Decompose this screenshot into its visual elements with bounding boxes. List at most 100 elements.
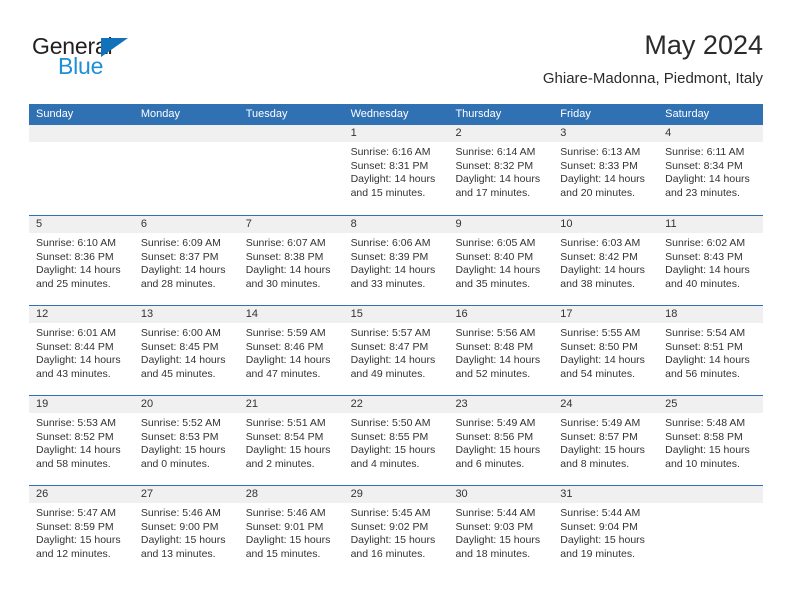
sunrise-text: Sunrise: 6:02 AM xyxy=(665,237,746,249)
day-details: Sunrise: 6:16 AM Sunset: 8:31 PM Daylight:… xyxy=(344,142,449,200)
daylight-text-cont: and 38 minutes. xyxy=(560,277,636,290)
sunrise-text: Sunrise: 5:49 AM xyxy=(560,417,641,429)
daylight-text-cont: and 12 minutes. xyxy=(36,547,111,560)
calendar-day-cell[interactable]: 20 Sunrise: 5:52 AM Sunset: 8:53 PM Dayligh… xyxy=(133,396,239,485)
calendar-week-row: 19 Sunrise: 5:53 AM Sunset: 8:52 PM Dayligh… xyxy=(29,395,764,485)
calendar-day-cell[interactable]: 23 Sunrise: 5:49 AM Sunset: 8:56 PM Dayligh… xyxy=(448,396,554,485)
daylight-text: Daylight: 15 hours xyxy=(350,444,436,457)
calendar-day-cell[interactable]: 12 Sunrise: 6:01 AM Sunset: 8:44 PM Dayligh… xyxy=(29,306,134,395)
calendar-day-cell[interactable]: 17 Sunrise: 5:55 AM Sunset: 8:50 PM Dayligh… xyxy=(553,306,659,395)
sunrise-text: Sunrise: 5:53 AM xyxy=(36,417,116,429)
day-number: 31 xyxy=(553,486,659,503)
day-details: Sunrise: 5:44 AM Sunset: 9:04 PM Daylight:… xyxy=(553,503,658,561)
sunrise-text: Sunrise: 6:07 AM xyxy=(245,237,326,249)
calendar-day-cell[interactable]: 9 Sunrise: 6:05 AM Sunset: 8:40 PM Daylight… xyxy=(448,216,554,305)
general-blue-logo[interactable]: General Blue xyxy=(32,34,232,78)
calendar-day-cell[interactable]: 16 Sunrise: 5:56 AM Sunset: 8:48 PM Dayligh… xyxy=(448,306,554,395)
day-details: Sunrise: 5:44 AM Sunset: 9:03 PM Daylight:… xyxy=(448,503,553,561)
daylight-text: Daylight: 14 hours xyxy=(560,173,645,186)
day-details: Sunrise: 5:45 AM Sunset: 9:02 PM Daylight:… xyxy=(344,503,449,561)
daylight-text: Daylight: 15 hours xyxy=(140,534,226,547)
calendar-day-cell[interactable]: 26 Sunrise: 5:47 AM Sunset: 8:59 PM Dayligh… xyxy=(29,486,134,575)
calendar-day-cell[interactable]: 7 Sunrise: 6:07 AM Sunset: 8:38 PM Daylight… xyxy=(238,216,344,305)
calendar-day-cell[interactable]: 29 Sunrise: 5:45 AM Sunset: 9:02 PM Dayligh… xyxy=(343,486,449,575)
calendar-day-cell[interactable]: 1 Sunrise: 6:16 AM Sunset: 8:31 PM Daylight… xyxy=(343,125,449,215)
day-number: 25 xyxy=(658,396,764,413)
calendar-day-cell[interactable]: 11 Sunrise: 6:02 AM Sunset: 8:43 PM Dayligh… xyxy=(658,216,764,305)
calendar-day-cell[interactable]: 30 Sunrise: 5:44 AM Sunset: 9:03 PM Dayligh… xyxy=(448,486,554,575)
daylight-text-cont: and 25 minutes. xyxy=(36,277,111,290)
calendar-week-row: 12 Sunrise: 6:01 AM Sunset: 8:44 PM Dayligh… xyxy=(29,305,764,395)
sunset-text: Sunset: 9:00 PM xyxy=(140,520,219,533)
day-details: Sunrise: 6:06 AM Sunset: 8:39 PM Daylight:… xyxy=(344,233,449,291)
sunrise-text: Sunrise: 5:51 AM xyxy=(245,417,326,429)
daylight-text-cont: and 15 minutes. xyxy=(350,186,426,199)
calendar-day-cell[interactable]: 21 Sunrise: 5:51 AM Sunset: 8:54 PM Dayligh… xyxy=(238,396,344,485)
sunset-text: Sunset: 8:56 PM xyxy=(455,430,534,443)
calendar-day-cell[interactable]: 13 Sunrise: 6:00 AM Sunset: 8:45 PM Dayligh… xyxy=(133,306,239,395)
daylight-text: Daylight: 14 hours xyxy=(36,354,121,367)
day-details xyxy=(658,503,763,507)
sunset-text: Sunset: 8:50 PM xyxy=(560,340,638,353)
calendar-day-cell[interactable]: 5 Sunrise: 6:10 AM Sunset: 8:36 PM Daylight… xyxy=(29,216,134,305)
sunrise-text: Sunrise: 6:10 AM xyxy=(36,237,116,249)
daylight-text-cont: and 58 minutes. xyxy=(36,457,111,470)
sunset-text: Sunset: 8:42 PM xyxy=(560,250,638,263)
weekday-header-monday: Monday xyxy=(140,108,180,120)
day-details: Sunrise: 6:11 AM Sunset: 8:34 PM Daylight:… xyxy=(658,142,763,200)
daylight-text-cont: and 17 minutes. xyxy=(455,186,531,199)
daylight-text: Daylight: 15 hours xyxy=(245,534,331,547)
daylight-text: Daylight: 14 hours xyxy=(245,264,331,277)
calendar-day-cell[interactable]: 8 Sunrise: 6:06 AM Sunset: 8:39 PM Daylight… xyxy=(343,216,449,305)
weekday-header-friday: Friday xyxy=(560,108,591,120)
sunrise-text: Sunrise: 6:16 AM xyxy=(350,146,431,158)
daylight-text-cont: and 4 minutes. xyxy=(350,457,420,470)
day-details: Sunrise: 5:47 AM Sunset: 8:59 PM Daylight:… xyxy=(29,503,134,561)
daylight-text-cont: and 35 minutes. xyxy=(455,277,531,290)
day-details: Sunrise: 6:02 AM Sunset: 8:43 PM Daylight:… xyxy=(658,233,763,291)
sunrise-text: Sunrise: 6:05 AM xyxy=(455,237,536,249)
day-number: 26 xyxy=(29,486,134,503)
day-details: Sunrise: 6:00 AM Sunset: 8:45 PM Daylight:… xyxy=(134,323,239,381)
daylight-text: Daylight: 15 hours xyxy=(350,534,436,547)
day-details xyxy=(134,142,239,146)
calendar-day-cell[interactable]: 10 Sunrise: 6:03 AM Sunset: 8:42 PM Dayligh… xyxy=(553,216,659,305)
daylight-text: Daylight: 14 hours xyxy=(455,173,541,186)
daylight-text-cont: and 52 minutes. xyxy=(455,367,531,380)
calendar-day-cell[interactable]: 15 Sunrise: 5:57 AM Sunset: 8:47 PM Dayligh… xyxy=(343,306,449,395)
sunset-text: Sunset: 8:48 PM xyxy=(455,340,534,353)
sunrise-text: Sunrise: 6:09 AM xyxy=(140,237,221,249)
page-header: General Blue May 2024 Ghiare-Madonna, Pi… xyxy=(29,28,763,98)
calendar-day-cell[interactable]: 4 Sunrise: 6:11 AM Sunset: 8:34 PM Daylight… xyxy=(658,125,764,215)
calendar-day-cell-empty xyxy=(658,486,764,575)
day-number: 11 xyxy=(658,216,764,233)
daylight-text-cont: and 6 minutes. xyxy=(455,457,525,470)
calendar-day-cell[interactable]: 31 Sunrise: 5:44 AM Sunset: 9:04 PM Dayligh… xyxy=(553,486,659,575)
calendar-day-cell[interactable]: 2 Sunrise: 6:14 AM Sunset: 8:32 PM Daylight… xyxy=(448,125,554,215)
day-details xyxy=(29,142,134,146)
day-number: 10 xyxy=(553,216,659,233)
day-details: Sunrise: 5:50 AM Sunset: 8:55 PM Daylight:… xyxy=(344,413,449,471)
day-details: Sunrise: 5:49 AM Sunset: 8:56 PM Daylight:… xyxy=(448,413,553,471)
calendar-day-cell[interactable]: 6 Sunrise: 6:09 AM Sunset: 8:37 PM Daylight… xyxy=(133,216,239,305)
calendar-day-cell[interactable]: 27 Sunrise: 5:46 AM Sunset: 9:00 PM Dayligh… xyxy=(133,486,239,575)
daylight-text: Daylight: 14 hours xyxy=(350,173,436,186)
calendar-day-cell[interactable]: 22 Sunrise: 5:50 AM Sunset: 8:55 PM Dayligh… xyxy=(343,396,449,485)
daylight-text: Daylight: 14 hours xyxy=(455,264,541,277)
day-number xyxy=(238,125,344,142)
calendar-day-cell[interactable]: 14 Sunrise: 5:59 AM Sunset: 8:46 PM Dayligh… xyxy=(238,306,344,395)
calendar-day-cell[interactable]: 25 Sunrise: 5:48 AM Sunset: 8:58 PM Dayligh… xyxy=(658,396,764,485)
calendar-day-cell[interactable]: 19 Sunrise: 5:53 AM Sunset: 8:52 PM Dayligh… xyxy=(29,396,134,485)
calendar-day-cell-empty xyxy=(133,125,239,215)
sunrise-text: Sunrise: 5:48 AM xyxy=(665,417,746,429)
sunrise-text: Sunrise: 5:46 AM xyxy=(140,507,221,519)
calendar-day-cell[interactable]: 18 Sunrise: 5:54 AM Sunset: 8:51 PM Dayligh… xyxy=(658,306,764,395)
calendar-day-cell[interactable]: 24 Sunrise: 5:49 AM Sunset: 8:57 PM Dayligh… xyxy=(553,396,659,485)
calendar-day-cell[interactable]: 28 Sunrise: 5:46 AM Sunset: 9:01 PM Dayligh… xyxy=(238,486,344,575)
day-details: Sunrise: 5:55 AM Sunset: 8:50 PM Daylight:… xyxy=(553,323,658,381)
sunset-text: Sunset: 8:32 PM xyxy=(455,159,534,172)
day-number: 17 xyxy=(553,306,659,323)
sunrise-text: Sunrise: 5:54 AM xyxy=(665,327,746,339)
calendar-day-cell[interactable]: 3 Sunrise: 6:13 AM Sunset: 8:33 PM Daylight… xyxy=(553,125,659,215)
daylight-text-cont: and 33 minutes. xyxy=(350,277,426,290)
